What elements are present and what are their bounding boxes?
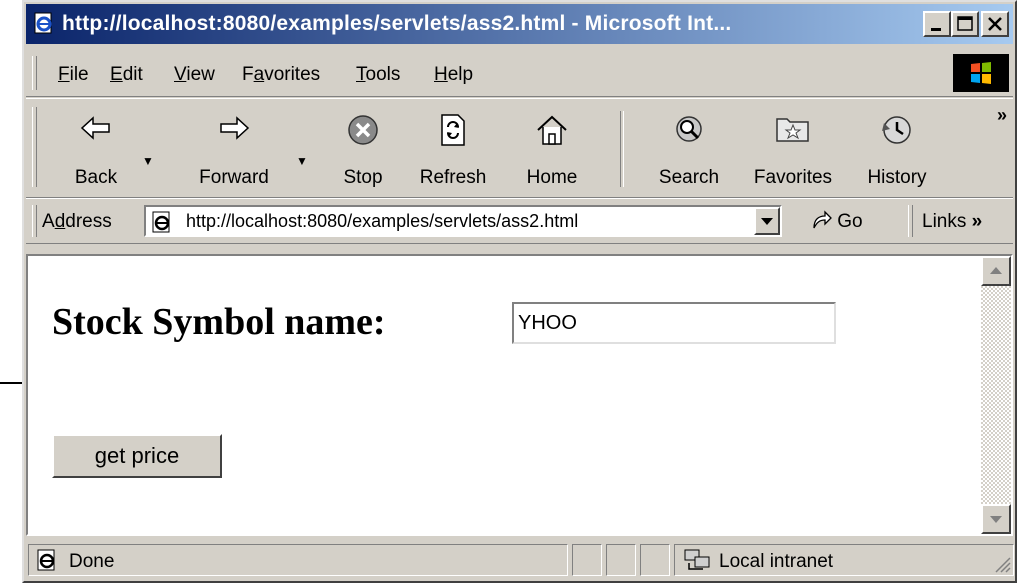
status-text: Done — [69, 551, 115, 572]
forward-button[interactable]: Forward — [176, 105, 292, 191]
search-icon — [676, 116, 702, 142]
scroll-up-button[interactable] — [981, 256, 1011, 286]
refresh-label: Refresh — [419, 167, 487, 188]
local-intranet-icon — [684, 549, 710, 570]
status-pane-1 — [572, 544, 602, 576]
stock-symbol-label: Stock Symbol name: — [52, 301, 386, 343]
maximize-button[interactable] — [951, 11, 979, 37]
address-label: Address — [42, 211, 112, 232]
home-icon — [537, 115, 567, 145]
address-bar: Address http://localhost:8080/examples/s… — [26, 198, 1013, 244]
forward-dropdown-icon[interactable]: ▼ — [296, 154, 308, 168]
toolbar-separator — [620, 111, 624, 187]
history-button[interactable]: History — [850, 105, 944, 191]
go-label: Go — [837, 211, 863, 232]
title-bar: http://localhost:8080/examples/servlets/… — [26, 4, 1013, 44]
favorites-label: Favorites — [753, 167, 833, 188]
search-button[interactable]: Search — [642, 105, 736, 191]
back-label: Back — [74, 167, 118, 188]
stop-button[interactable]: Stop — [326, 105, 400, 191]
ie-page-icon — [37, 549, 55, 571]
stop-icon — [348, 115, 378, 145]
history-label: History — [867, 167, 927, 188]
favorites-folder-icon — [776, 118, 809, 142]
minimize-button[interactable] — [923, 11, 951, 37]
menu-edit[interactable]: Edit — [110, 64, 143, 86]
get-price-button[interactable]: get price — [52, 434, 222, 478]
home-label: Home — [526, 167, 578, 188]
search-label: Search — [658, 167, 720, 188]
address-grip — [32, 205, 37, 237]
maximize-icon — [957, 16, 973, 31]
ie-page-icon — [152, 211, 170, 233]
close-icon — [988, 17, 1002, 31]
menu-view[interactable]: View — [174, 64, 215, 86]
menu-grip — [32, 56, 37, 90]
vertical-scrollbar[interactable] — [981, 256, 1011, 534]
menu-tools[interactable]: Tools — [356, 64, 400, 86]
go-arrow-icon — [813, 210, 832, 229]
address-input[interactable]: http://localhost:8080/examples/servlets/… — [144, 205, 782, 237]
scroll-down-button[interactable] — [981, 504, 1011, 534]
status-pane-3 — [640, 544, 670, 576]
status-bar: Done Local intranet — [26, 540, 1014, 580]
resize-grip-icon[interactable] — [993, 555, 1011, 573]
scroll-up-icon — [990, 267, 1002, 274]
stock-symbol-input[interactable] — [512, 302, 836, 344]
windows-flag-icon — [971, 62, 991, 84]
window-title: http://localhost:8080/examples/servlets/… — [62, 12, 732, 35]
standard-toolbar: Back ▼ Forward ▼ Stop Refresh Home Searc… — [26, 98, 1013, 198]
status-pane-2 — [606, 544, 636, 576]
links-grip — [908, 205, 913, 237]
toolbar-grip — [32, 107, 37, 187]
stop-label: Stop — [343, 167, 383, 188]
browser-window: http://localhost:8080/examples/servlets/… — [22, 0, 1017, 583]
toolbar-more-button[interactable]: » — [997, 105, 1007, 126]
page-content: Stock Symbol name: get price — [26, 254, 1013, 536]
forward-arrow-icon — [220, 116, 250, 140]
scroll-down-icon — [990, 516, 1002, 523]
refresh-icon — [441, 114, 465, 146]
menu-favorites[interactable]: Favorites — [242, 64, 320, 86]
favorites-button[interactable]: Favorites — [740, 105, 846, 191]
go-button[interactable]: Go — [810, 209, 863, 233]
status-pane-main: Done — [28, 544, 568, 576]
address-dropdown-button[interactable] — [754, 207, 780, 235]
home-button[interactable]: Home — [510, 105, 594, 191]
zone-text: Local intranet — [719, 551, 834, 572]
menu-help[interactable]: Help — [434, 64, 473, 86]
menu-file[interactable]: File — [58, 64, 89, 86]
menu-bar: File Edit View Favorites Tools Help — [26, 50, 1013, 97]
ie-page-icon — [34, 12, 52, 34]
chevron-down-icon — [761, 218, 773, 225]
back-arrow-icon — [80, 116, 110, 140]
back-dropdown-icon[interactable]: ▼ — [142, 154, 154, 168]
windows-logo — [953, 54, 1009, 92]
status-pane-zone: Local intranet — [674, 544, 1014, 576]
back-button[interactable]: Back — [54, 105, 138, 191]
forward-label: Forward — [199, 167, 269, 188]
page-edge-line — [0, 382, 24, 384]
refresh-button[interactable]: Refresh — [404, 105, 502, 191]
links-button[interactable]: Links » — [922, 211, 982, 233]
address-url: http://localhost:8080/examples/servlets/… — [186, 211, 579, 231]
minimize-icon — [931, 28, 941, 31]
close-button[interactable] — [981, 11, 1009, 37]
history-icon — [882, 116, 911, 144]
